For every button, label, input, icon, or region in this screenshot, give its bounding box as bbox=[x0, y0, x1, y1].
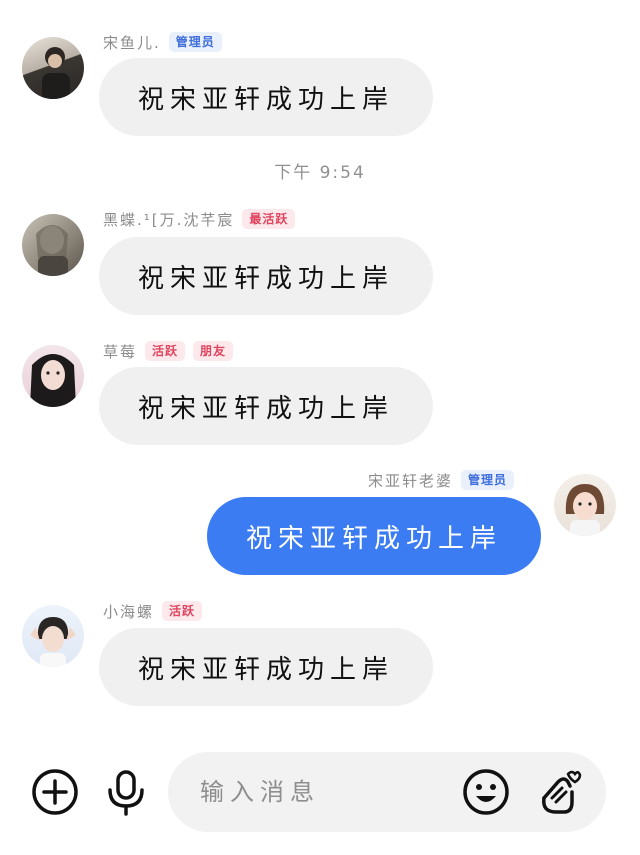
sender-name: 小海螺 bbox=[103, 602, 155, 621]
message-bubble[interactable]: 祝宋亚轩成功上岸 bbox=[207, 497, 541, 575]
role-badge: 活跃 bbox=[145, 341, 186, 361]
message-bubble[interactable]: 祝宋亚轩成功上岸 bbox=[99, 237, 433, 315]
role-badge: 活跃 bbox=[162, 601, 203, 621]
message-bubble[interactable]: 祝宋亚轩成功上岸 bbox=[99, 628, 433, 706]
sender-name: 黑蝶.¹[万.沈芊宸 bbox=[103, 210, 235, 229]
message-bubble[interactable]: 祝宋亚轩成功上岸 bbox=[99, 367, 433, 445]
message-input[interactable]: 输入消息 bbox=[168, 752, 606, 832]
sender-name: 宋亚轩老婆 bbox=[368, 471, 454, 490]
role-badge: 朋友 bbox=[193, 341, 234, 361]
sender-name: 宋鱼儿. bbox=[103, 33, 161, 52]
avatar[interactable] bbox=[22, 37, 84, 99]
sender-name: 草莓 bbox=[103, 342, 138, 361]
finger-heart-icon[interactable] bbox=[534, 768, 582, 816]
plus-circle-icon[interactable] bbox=[31, 768, 79, 816]
avatar[interactable] bbox=[22, 214, 84, 276]
emoji-icon[interactable] bbox=[462, 768, 510, 816]
role-badge: 管理员 bbox=[168, 32, 222, 52]
timestamp: 下午 9:54 bbox=[274, 163, 366, 183]
message-bubble[interactable]: 祝宋亚轩成功上岸 bbox=[99, 58, 433, 136]
avatar[interactable] bbox=[554, 474, 616, 536]
role-badge: 管理员 bbox=[461, 470, 515, 490]
microphone-icon[interactable] bbox=[102, 768, 150, 816]
composer-bar: 输入消息 bbox=[0, 745, 640, 840]
avatar[interactable] bbox=[22, 345, 84, 407]
role-badge: 最活跃 bbox=[242, 209, 296, 229]
input-placeholder: 输入消息 bbox=[200, 778, 320, 806]
avatar[interactable] bbox=[22, 605, 84, 667]
